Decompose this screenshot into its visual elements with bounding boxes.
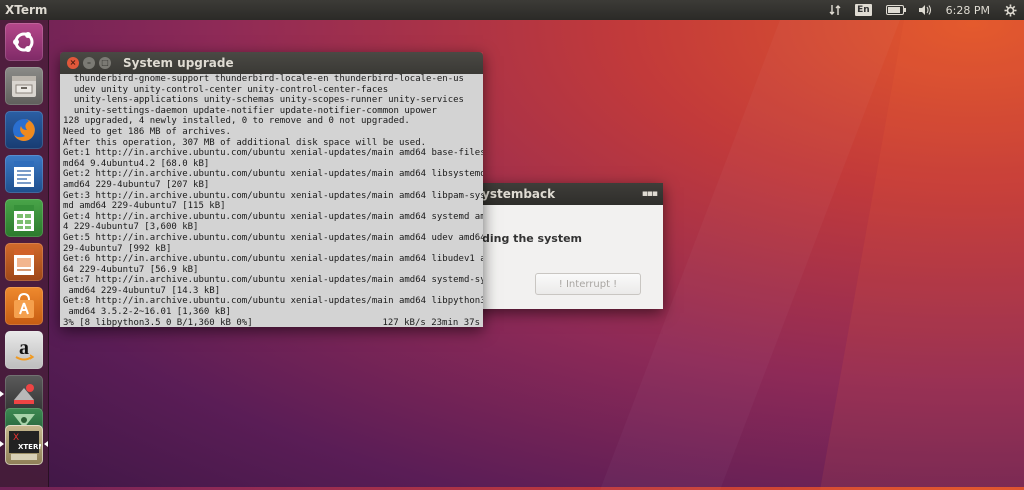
system-tray: En 6:28 PM: [822, 0, 1024, 20]
close-icon[interactable]: ×: [67, 57, 79, 69]
systemback-titlebar[interactable]: ystemback ▪▪▪: [470, 183, 663, 205]
terminal-line: 29-4ubuntu7 [992 kB]: [63, 243, 172, 254]
terminal-line: amd64 229-4ubuntu7 [207 kB]: [63, 179, 210, 190]
terminal-titlebar[interactable]: × – □ System upgrade: [60, 52, 483, 74]
apt-status-left: 3% [8 libpython3.5 0 B/1,360 kB 0%]: [63, 317, 253, 327]
unity-launcher: a XXTERM: [0, 20, 49, 487]
battery-icon[interactable]: [879, 0, 911, 20]
terminal-line: udev unity unity-control-center unity-co…: [63, 84, 389, 95]
interrupt-button[interactable]: ! Interrupt !: [535, 273, 641, 295]
terminal-line: unity-settings-daemon update-notifier up…: [63, 105, 437, 116]
terminal-line: Need to get 186 MB of archives.: [63, 126, 231, 137]
software-bag-icon[interactable]: [5, 287, 43, 325]
terminal-line: md64 9.4ubuntu4.2 [68.0 kB]: [63, 158, 210, 169]
terminal-line: 4 229-4ubuntu7 [3,600 kB]: [63, 222, 199, 233]
terminal-line: Get:2 http://in.archive.ubuntu.com/ubunt…: [63, 169, 483, 180]
xterm-icon[interactable]: XXTERM: [0, 425, 48, 465]
writer-doc-icon[interactable]: [5, 155, 43, 193]
active-app-title: XTerm: [5, 3, 48, 17]
amazon-icon[interactable]: a: [5, 331, 43, 369]
systemback-body: ding the system ! Interrupt !: [470, 205, 663, 309]
systemback-title: ystemback: [482, 187, 556, 201]
running-indicator: [0, 441, 4, 447]
apt-status-right: 127 kB/s 23min 37s: [382, 317, 480, 327]
terminal-window: × – □ System upgrade thunderbird-gnome-s…: [60, 52, 483, 327]
terminal-line: Get:3 http://in.archive.ubuntu.com/ubunt…: [63, 190, 483, 201]
maximize-icon[interactable]: □: [99, 57, 111, 69]
window-menu-dots-icon[interactable]: ▪▪▪: [642, 189, 658, 199]
volume-icon[interactable]: [911, 0, 939, 20]
network-icon[interactable]: [822, 0, 848, 20]
terminal-line: Get:7 http://in.archive.ubuntu.com/ubunt…: [63, 275, 483, 286]
calc-sheet-icon[interactable]: [5, 199, 43, 237]
keyboard-layout-indicator[interactable]: En: [848, 0, 879, 20]
terminal-line: Get:4 http://in.archive.ubuntu.com/ubunt…: [63, 211, 483, 222]
svg-text:X: X: [13, 433, 19, 443]
keyboard-lang-label: En: [855, 4, 872, 16]
terminal-line: 64 229-4ubuntu7 [56.9 kB]: [63, 264, 199, 275]
running-indicator: [0, 391, 4, 397]
terminal-line: md amd64 229-4ubuntu7 [115 kB]: [63, 201, 226, 212]
terminal-line: amd64 3.5.2-2~16.01 [1,360 kB]: [63, 307, 231, 318]
terminal-line: Get:8 http://in.archive.ubuntu.com/ubunt…: [63, 296, 483, 307]
top-panel: XTerm En 6:28 PM: [0, 0, 1024, 20]
session-gear-icon[interactable]: [997, 0, 1024, 20]
ubuntu-logo-icon[interactable]: [5, 23, 43, 61]
terminal-line: Get:5 http://in.archive.ubuntu.com/ubunt…: [63, 232, 483, 243]
terminal-lines: thunderbird-gnome-support thunderbird-lo…: [63, 74, 483, 318]
xterm-icon-label: XTERM: [18, 443, 41, 451]
minimize-icon[interactable]: –: [83, 57, 95, 69]
terminal-line: Get:1 http://in.archive.ubuntu.com/ubunt…: [63, 148, 483, 159]
systemback-window: ystemback ▪▪▪ ding the system ! Interrup…: [470, 183, 663, 309]
battery-level-fill: [887, 7, 900, 13]
file-cabinet-icon[interactable]: [5, 67, 43, 105]
terminal-output[interactable]: thunderbird-gnome-support thunderbird-lo…: [60, 74, 483, 327]
terminal-line: 128 upgraded, 4 newly installed, 0 to re…: [63, 116, 410, 127]
firefox-icon[interactable]: [5, 111, 43, 149]
terminal-line: thunderbird-gnome-support thunderbird-lo…: [63, 74, 464, 84]
terminal-line: amd64 229-4ubuntu7 [14.3 kB]: [63, 285, 221, 296]
terminal-line: unity-lens-applications unity-schemas un…: [63, 95, 464, 106]
impress-slide-icon[interactable]: [5, 243, 43, 281]
terminal-line: After this operation, 307 MB of addition…: [63, 137, 427, 148]
terminal-line: Get:6 http://in.archive.ubuntu.com/ubunt…: [63, 254, 483, 265]
systemback-message: ding the system: [482, 232, 583, 245]
terminal-title: System upgrade: [123, 56, 234, 70]
svg-text:a: a: [19, 337, 29, 359]
focused-indicator: [44, 441, 48, 447]
apt-status-line: 3% [8 libpython3.5 0 B/1,360 kB 0%] 127 k…: [63, 318, 480, 327]
clock[interactable]: 6:28 PM: [939, 0, 997, 20]
